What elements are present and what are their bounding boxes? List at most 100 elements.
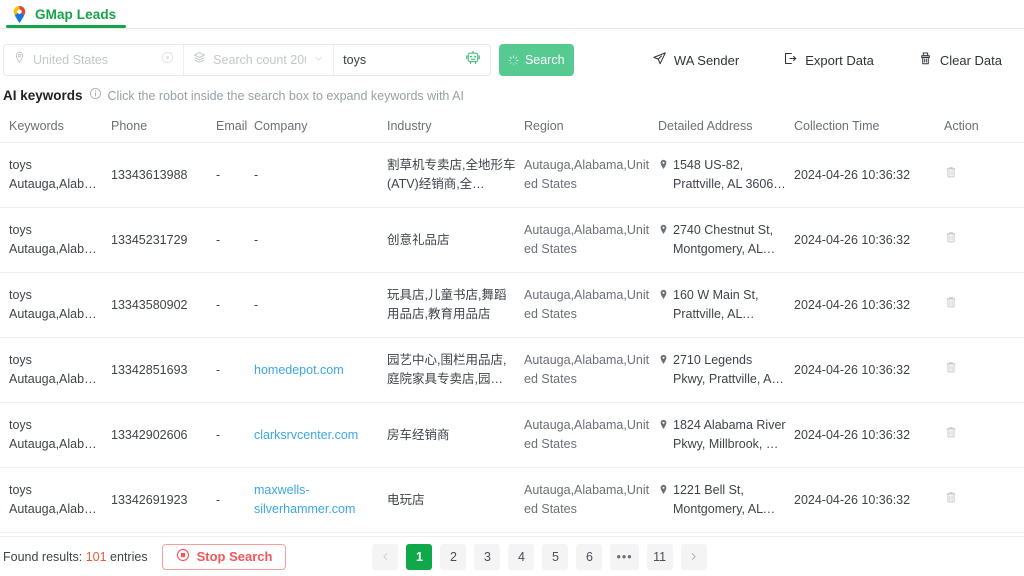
delete-row-button[interactable] [944,360,958,380]
pagination-next[interactable] [680,543,707,570]
found-prefix: Found results: [3,549,83,564]
pagination-page-6[interactable]: 6 [576,543,603,570]
table-row[interactable]: toys Autauga,Alabama,Unite…13343580902--… [0,272,1024,338]
cell-keywords: toys Autauga,Alabama,Unite… [0,337,111,403]
location-pin-icon [658,351,669,389]
found-suffix: entries [110,549,148,564]
delete-row-button[interactable] [944,165,958,185]
company-link[interactable]: homedepot.com [254,361,379,380]
stop-search-button[interactable]: Stop Search [161,543,287,570]
cell-keywords: toys Autauga,Alabama,Unite… [0,272,111,338]
cell-collection-time: 2024-04-26 10:36:32 [794,337,944,403]
stop-record-icon [176,548,190,565]
cell-phone: 13343613988 [111,142,216,208]
info-circle-icon[interactable] [89,87,102,105]
cell-address: 1221 Bell St, Montgomery, AL 36104… [658,467,794,533]
layers-icon [193,51,206,69]
pagination-page-5[interactable]: 5 [542,543,569,570]
cell-industry: 房车经销商 [387,402,524,468]
location-pin-icon [658,286,669,324]
cell-keywords: toys Autauga,Alabama,Unite… [0,467,111,533]
delete-row-button[interactable] [944,425,958,445]
pagination-page-3[interactable]: 3 [474,543,501,570]
export-data-label: Export Data [805,52,874,68]
company-link[interactable]: maxwells-silverhammer.com [254,481,379,519]
cell-collection-time: 2024-04-26 10:36:32 [794,272,944,338]
pagination: 1 2 3 4 5 6 ••• 11 [372,543,707,570]
cell-region: Autauga,Alabama,United States [524,467,658,533]
search-count-field[interactable]: Search count 200 [184,45,335,75]
keyword-field[interactable] [334,45,489,75]
search-toolbar: Search count 200 [0,39,1024,81]
table-row[interactable]: toys Autauga,Alabama,Unite…13345231729--… [0,207,1024,273]
search-button[interactable]: Search [498,44,574,76]
column-header-industry: Industry [387,111,524,143]
column-header-collection-time: Collection Time [794,111,944,143]
ai-keywords-bar: AI keywords Click the robot inside the s… [0,81,1024,111]
cell-action [944,142,1024,208]
table-body: toys Autauga,Alabama,Unite…13343613988--… [0,142,1024,533]
column-header-company: Company [254,111,387,143]
table-row[interactable]: toys Autauga,Alabama,Unite…13342691923-m… [0,467,1024,533]
wa-sender-button[interactable]: WA Sender [630,51,761,69]
cell-phone: 13345231729 [111,207,216,273]
delete-row-button[interactable] [944,490,958,510]
cell-collection-time: 2024-04-26 10:36:32 [794,142,944,208]
results-table: Keywords Phone Email Company Industry Re… [0,111,1024,533]
cell-email: - [216,467,254,533]
robot-icon[interactable] [465,50,481,71]
cell-action [944,467,1024,533]
chevron-down-icon[interactable] [313,51,324,69]
loading-spinner-icon [508,54,519,66]
delete-row-button[interactable] [944,230,958,250]
stop-search-label: Stop Search [196,549,273,564]
app-tab-bar: GMap Leads [0,0,1024,29]
search-input-group: Search count 200 [3,44,491,76]
pagination-prev[interactable] [372,543,399,570]
column-header-region: Region [524,111,658,143]
cell-industry: 电玩店 [387,467,524,533]
table-row[interactable]: toys Autauga,Alabama,Unite…13342902606-c… [0,402,1024,468]
cell-phone: 13342691923 [111,467,216,533]
pagination-page-4[interactable]: 4 [508,543,535,570]
country-input[interactable] [33,53,155,67]
delete-row-button[interactable] [944,295,958,315]
pagination-page-1[interactable]: 1 [406,543,433,570]
cell-region: Autauga,Alabama,United States [524,142,658,208]
table-row[interactable]: toys Autauga,Alabama,Unite…13342851693-h… [0,337,1024,403]
cell-industry: 割草机专卖店,全地形车(ATV)经销商,全… [387,142,524,208]
pagination-page-2[interactable]: 2 [440,543,467,570]
cell-industry: 园艺中心,围栏用品店,庭院家具专卖店,园… [387,337,524,403]
found-count: 101 [85,549,107,564]
tab-active-underline [6,25,127,28]
cell-region: Autauga,Alabama,United States [524,272,658,338]
keyword-input[interactable] [343,53,458,67]
cell-address: 2740 Chestnut St, Montgomery, AL 36… [658,207,794,273]
export-data-button[interactable]: Export Data [761,51,896,69]
cell-address: 160 W Main St, Prattville, AL 36067… [658,272,794,338]
map-pin-icon [11,5,28,24]
company-link[interactable]: clarksrvcenter.com [254,426,379,445]
country-field[interactable] [4,45,185,75]
cell-collection-time: 2024-04-26 10:36:32 [794,207,944,273]
table-row[interactable]: toys Autauga,Alabama,Unite…13343613988--… [0,142,1024,208]
clear-data-button[interactable]: Clear Data [896,51,1024,69]
tab-gmap-leads[interactable]: GMap Leads [0,0,130,28]
cell-email: - [216,272,254,338]
pagination-page-11[interactable]: 11 [646,543,673,570]
cell-company: homedepot.com [254,337,387,403]
cell-action [944,207,1024,273]
cell-company: - [254,207,387,273]
cell-industry: 创意礼品店 [387,207,524,273]
cell-address: 1548 US-82, Prattville, AL 36067美国 [658,142,794,208]
location-pin-icon [658,416,669,454]
location-pin-icon [658,481,669,519]
cell-email: - [216,142,254,208]
cell-action [944,402,1024,468]
cell-region: Autauga,Alabama,United States [524,207,658,273]
cell-company: clarksrvcenter.com [254,402,387,468]
cell-address: 2710 Legends Pkwy, Prattville, AL 3… [658,337,794,403]
company-value: - [254,232,259,247]
clear-circle-icon[interactable] [161,51,174,69]
cell-phone: 13342851693 [111,337,216,403]
